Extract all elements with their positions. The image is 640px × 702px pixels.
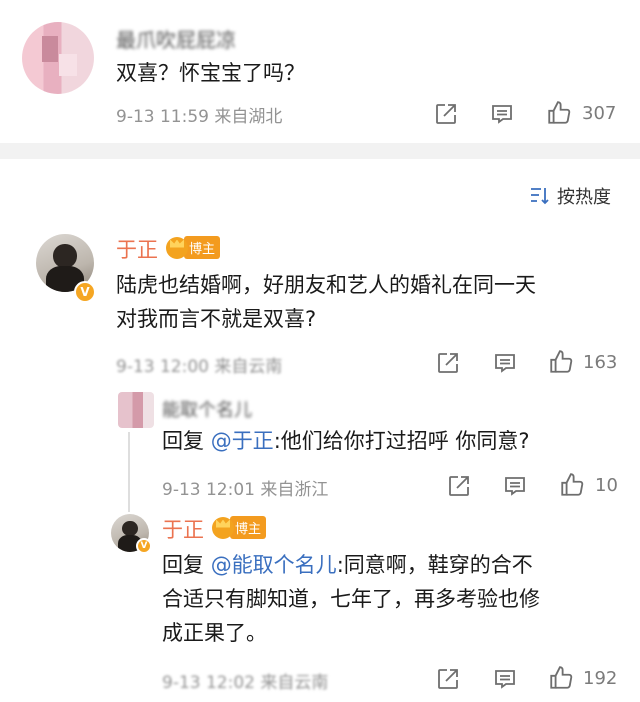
sort-icon bbox=[531, 188, 549, 205]
comment-text: 陆虎也结婚啊，好朋友和艺人的婚礼在同一天 bbox=[116, 273, 536, 297]
verified-icon: V bbox=[136, 538, 152, 554]
comment-icon[interactable] bbox=[493, 351, 517, 375]
like-count: 10 bbox=[595, 475, 618, 496]
avatar[interactable] bbox=[118, 392, 154, 428]
thumbs-up-icon[interactable] bbox=[546, 100, 572, 126]
crown-icon bbox=[212, 516, 234, 539]
reply-text: 合适只有脚知道，七年了，再多考验也修 bbox=[162, 587, 540, 611]
comment-icon[interactable] bbox=[490, 102, 514, 126]
like-count: 192 bbox=[583, 668, 618, 689]
verified-icon: V bbox=[74, 281, 96, 303]
mention-link[interactable]: @于正 bbox=[211, 429, 274, 453]
thumbs-up-icon[interactable] bbox=[559, 472, 585, 498]
comment-username[interactable]: 于正 bbox=[116, 234, 158, 264]
comment-meta: 9-13 11:59 来自湖北 bbox=[116, 107, 283, 127]
reply-username[interactable]: 能取个名儿 bbox=[162, 396, 252, 422]
comment-username[interactable]: 最爪吹屁屁凉 bbox=[116, 24, 236, 53]
reply-meta: 9-13 12:02 来自云南 bbox=[162, 673, 329, 693]
section-divider bbox=[0, 143, 640, 159]
avatar[interactable] bbox=[22, 22, 94, 94]
comment-meta: 9-13 12:00 来自云南 bbox=[116, 357, 283, 377]
comment-icon[interactable] bbox=[503, 474, 527, 498]
share-icon[interactable] bbox=[447, 474, 471, 498]
crown-icon bbox=[166, 236, 188, 259]
blogger-badge: 博主 bbox=[166, 236, 221, 259]
share-icon[interactable] bbox=[436, 667, 460, 691]
comment-text: 双喜？怀宝宝了吗？ bbox=[116, 61, 305, 85]
comment-icon[interactable] bbox=[493, 667, 517, 691]
reply-text: 成正果了。 bbox=[162, 621, 267, 645]
comment-text: 对我而言不就是双喜? bbox=[116, 307, 317, 331]
like-count: 163 bbox=[583, 352, 618, 373]
reply-username[interactable]: 于正 bbox=[162, 514, 204, 544]
share-icon[interactable] bbox=[434, 102, 458, 126]
mention-link[interactable]: @能取个名儿 bbox=[211, 553, 337, 577]
sort-button[interactable]: 按热度 bbox=[529, 183, 611, 209]
reply-text: 回复 @于正:他们给你打过招呼 你同意? bbox=[162, 429, 530, 453]
blogger-badge: 博主 bbox=[212, 516, 267, 539]
sort-label: 按热度 bbox=[557, 187, 611, 208]
thread-line bbox=[128, 432, 130, 512]
reply-text: 回复 @能取个名儿:同意啊，鞋穿的合不 bbox=[162, 553, 533, 577]
reply-meta: 9-13 12:01 来自浙江 bbox=[162, 480, 329, 500]
thumbs-up-icon[interactable] bbox=[548, 349, 574, 375]
share-icon[interactable] bbox=[436, 351, 460, 375]
thumbs-up-icon[interactable] bbox=[548, 665, 574, 691]
like-count: 307 bbox=[582, 103, 617, 124]
